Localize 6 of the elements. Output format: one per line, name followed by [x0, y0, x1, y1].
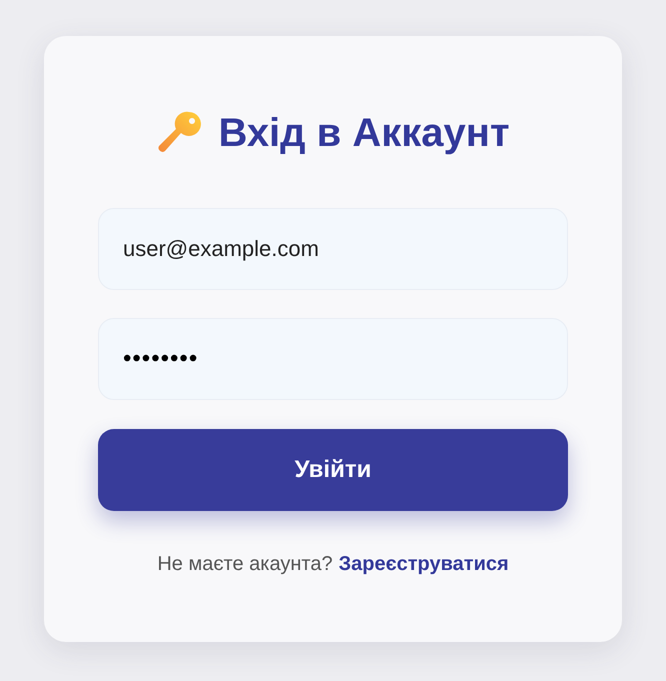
password-field[interactable]: ••••••••: [98, 318, 568, 400]
email-field[interactable]: user@example.com: [98, 208, 568, 290]
signup-prompt: Не маєте акаунта?: [157, 553, 333, 576]
login-title: Вхід в Аккаунт: [218, 110, 510, 156]
login-button[interactable]: Увійти: [98, 429, 568, 511]
signup-link[interactable]: Зареєструватися: [338, 553, 509, 576]
